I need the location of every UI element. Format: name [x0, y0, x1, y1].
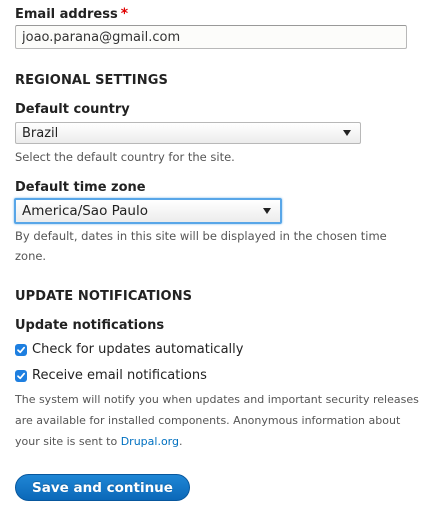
update-note-suffix: . — [179, 435, 183, 448]
timezone-description-line: By default, dates in this site will be d… — [15, 229, 387, 243]
email-notifications-label[interactable]: Receive email notifications — [32, 368, 207, 384]
email-notifications-option[interactable]: Receive email notifications — [15, 368, 207, 384]
update-note-prefix: your site is sent to — [15, 435, 121, 448]
save-and-continue-button[interactable]: Save and continue — [15, 474, 190, 501]
check-updates-label[interactable]: Check for updates automatically — [32, 342, 243, 358]
default-timezone-value: America/Sao Paulo — [22, 203, 149, 219]
default-country-select[interactable]: Brazil — [15, 122, 361, 144]
chevron-down-icon — [263, 208, 271, 214]
drupal-org-link[interactable]: Drupal.org — [121, 435, 179, 448]
check-updates-checkbox[interactable] — [15, 344, 27, 356]
default-timezone-description: By default, dates in this site will be d… — [15, 226, 387, 266]
email-field[interactable] — [15, 25, 407, 49]
default-country-value: Brazil — [22, 125, 59, 141]
update-note-line: The system will notify you when updates … — [15, 393, 419, 406]
default-country-label: Default country — [15, 102, 130, 117]
check-updates-option[interactable]: Check for updates automatically — [15, 342, 243, 358]
default-timezone-select[interactable]: America/Sao Paulo — [14, 198, 282, 224]
checkmark-icon — [17, 372, 26, 380]
regional-settings-heading: REGIONAL SETTINGS — [15, 73, 168, 88]
email-label-text: Email address — [15, 7, 118, 22]
update-notifications-heading: UPDATE NOTIFICATIONS — [15, 289, 193, 304]
required-marker: * — [120, 6, 129, 22]
chevron-down-icon — [343, 130, 351, 136]
email-notifications-checkbox[interactable] — [15, 370, 27, 382]
timezone-description-line: zone. — [15, 249, 47, 263]
update-note-line: your site is sent to Drupal.org. — [15, 431, 419, 452]
default-country-description: Select the default country for the site. — [15, 150, 235, 164]
default-timezone-label: Default time zone — [15, 180, 146, 195]
checkmark-icon — [17, 346, 26, 354]
email-label: Email address * — [15, 6, 128, 23]
update-notifications-group-label: Update notifications — [15, 318, 165, 333]
update-note-line: are available for installed components. … — [15, 414, 401, 427]
update-notifications-description: The system will notify you when updates … — [15, 389, 419, 452]
